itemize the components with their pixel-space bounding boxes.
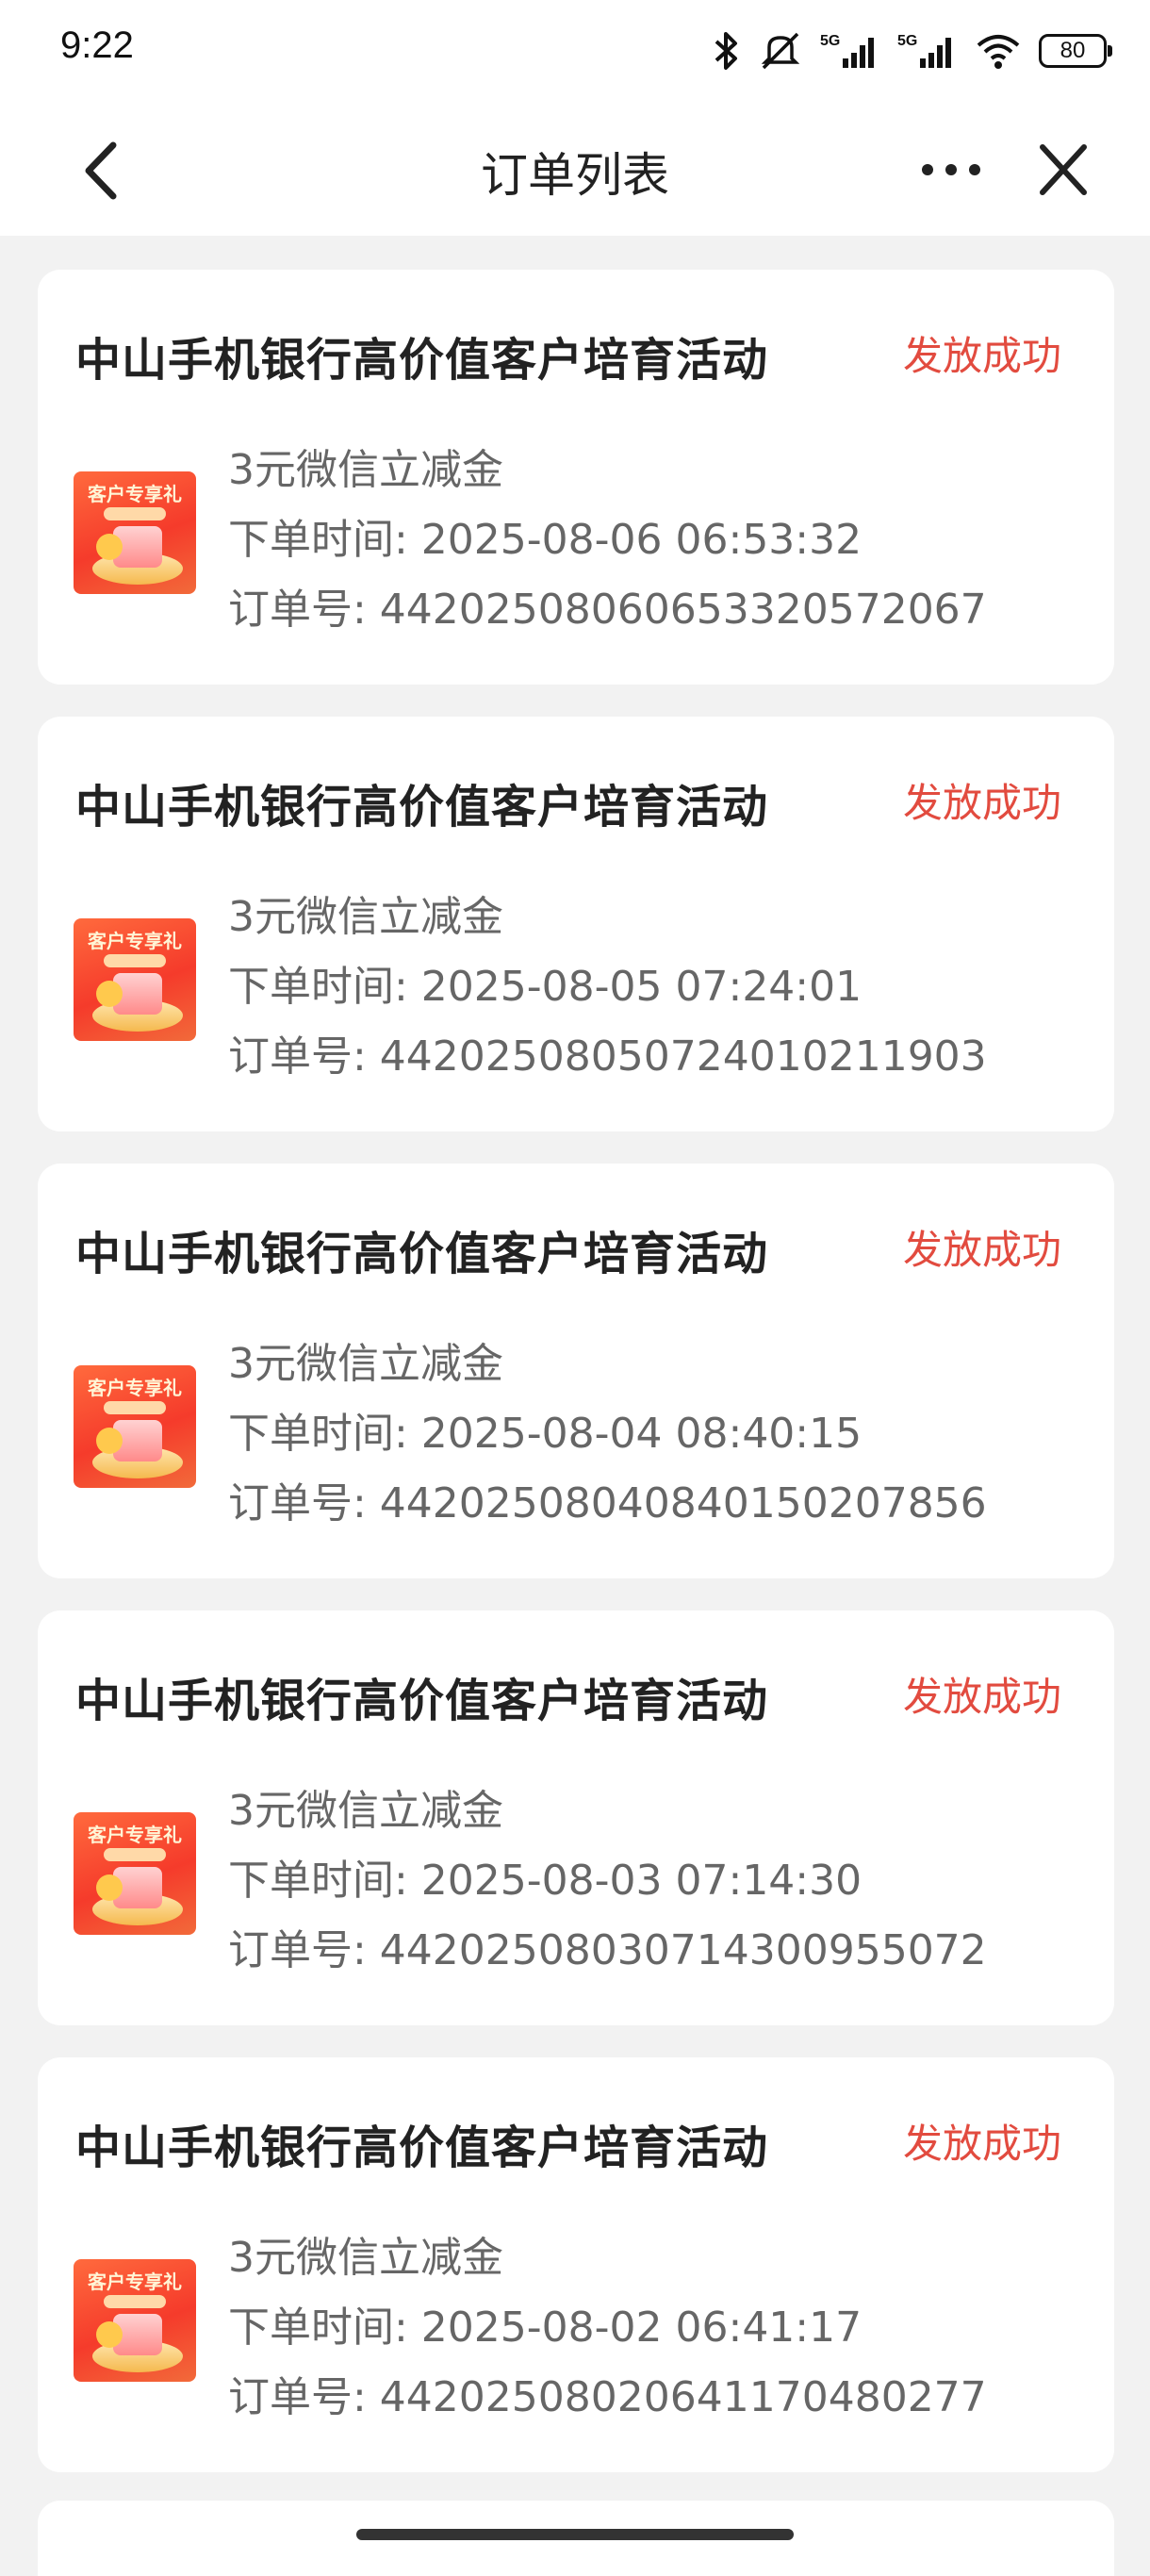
gift-thumbnail: 客户专享礼 <box>74 918 196 1041</box>
order-time: 下单时间: 2025-08-06 06:53:32 <box>228 516 862 564</box>
order-time: 下单时间: 2025-08-05 07:24:01 <box>228 963 862 1011</box>
order-number: 订单号: 4420250806065332057206​7 <box>228 586 987 634</box>
thumbnail-label: 客户专享礼 <box>88 483 182 505</box>
order-number: 订单号: 44202508020641170480277 <box>228 2373 987 2421</box>
gift-thumbnail: 客户专享礼 <box>74 471 196 594</box>
coin-icon <box>96 534 123 560</box>
activity-title: 中山手机银行高价值客户培育活动 <box>75 781 769 834</box>
item-name: 3元微信立减金 <box>228 1787 503 1835</box>
bluetooth-icon <box>715 32 737 70</box>
thumbnail-ribbon <box>104 954 166 967</box>
order-card[interactable]: 中山手机银行高价值客户培育活动 发放成功 客户专享礼 3元微信立减金 下单时间:… <box>38 2057 1114 2472</box>
order-time: 下单时间: 2025-08-04 08:40:15 <box>228 1410 862 1458</box>
gift-thumbnail: 客户专享礼 <box>74 1365 196 1488</box>
close-icon[interactable] <box>1035 140 1092 200</box>
status-time: 9:22 <box>60 25 134 66</box>
signal-icon: 5G <box>820 33 874 68</box>
status-badge: 发放成功 <box>902 780 1061 826</box>
order-card[interactable]: 中山手机银行高价值客户培育活动 发放成功 客户专享礼 3元微信立减金 下单时间:… <box>38 1610 1114 2025</box>
order-list: 中山手机银行高价值客户培育活动 发放成功 客户专享礼 3元微信立减金 下单时间:… <box>38 270 1114 2504</box>
coin-icon <box>96 981 123 1007</box>
order-number: 订单号: 44202508030714300955072 <box>228 1926 987 1974</box>
status-icons: 5G 5G 80 <box>713 28 1112 74</box>
thumbnail-label: 客户专享礼 <box>88 930 182 952</box>
battery-indicator: 80 <box>1039 34 1112 68</box>
order-time: 下单时间: 2025-08-02 06:41:17 <box>228 2304 862 2352</box>
status-bar: 9:22 5G 5G 80 <box>0 0 1150 104</box>
status-badge: 发放成功 <box>902 1674 1061 1720</box>
thumbnail-ribbon <box>104 1401 166 1414</box>
status-badge: 发放成功 <box>902 2121 1061 2167</box>
gift-thumbnail: 客户专享礼 <box>74 1812 196 1935</box>
item-name: 3元微信立减金 <box>228 893 503 941</box>
item-name: 3元微信立减金 <box>228 446 503 494</box>
thumbnail-label: 客户专享礼 <box>88 2271 182 2293</box>
activity-title: 中山手机银行高价值客户培育活动 <box>75 1228 769 1280</box>
activity-title: 中山手机银行高价值客户培育活动 <box>75 2122 769 2174</box>
item-name: 3元微信立减金 <box>228 1340 503 1388</box>
coin-icon <box>96 1428 123 1454</box>
network-label: 5G <box>820 33 840 49</box>
item-name: 3元微信立减金 <box>228 2234 503 2282</box>
order-card[interactable]: 中山手机银行高价值客户培育活动 发放成功 客户专享礼 3元微信立减金 下单时间:… <box>38 1164 1114 1578</box>
signal-icon: 5G <box>897 33 951 68</box>
activity-title: 中山手机银行高价值客户培育活动 <box>75 334 769 387</box>
thumbnail-ribbon <box>104 507 166 520</box>
order-card[interactable]: 中山手机银行高价值客户培育活动 发放成功 客户专享礼 3元微信立减金 下单时间:… <box>38 717 1114 1131</box>
home-indicator[interactable] <box>356 2529 794 2540</box>
thumbnail-ribbon <box>104 1848 166 1861</box>
order-time: 下单时间: 2025-08-03 07:14:30 <box>228 1857 862 1905</box>
coin-icon <box>96 2321 123 2348</box>
order-card[interactable]: 中山手机银行高价值客户培育活动 发放成功 客户专享礼 3元微信立减金 下单时间:… <box>38 270 1114 685</box>
mute-icon <box>761 32 800 70</box>
gift-thumbnail: 客户专享礼 <box>74 2259 196 2382</box>
wifi-icon <box>977 35 1020 69</box>
order-number: 订单号: 44202508040840150207856 <box>228 1479 987 1527</box>
activity-title: 中山手机银行高价值客户培育活动 <box>75 1675 769 1727</box>
more-icon[interactable] <box>918 141 984 198</box>
thumbnail-label: 客户专享礼 <box>88 1824 182 1846</box>
status-badge: 发放成功 <box>902 1227 1061 1273</box>
status-badge: 发放成功 <box>902 333 1061 379</box>
order-number: 订单号: 44202508050724010211903 <box>228 1032 987 1081</box>
network-label: 5G <box>897 33 917 49</box>
nav-bar: 订单列表 <box>0 104 1150 236</box>
coin-icon <box>96 1874 123 1901</box>
thumbnail-label: 客户专享礼 <box>88 1377 182 1399</box>
thumbnail-ribbon <box>104 2295 166 2308</box>
